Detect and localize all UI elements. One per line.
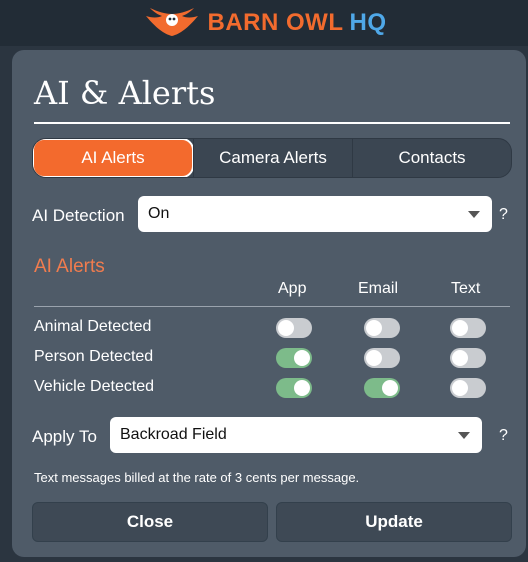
- tab-camera-alerts[interactable]: Camera Alerts: [193, 139, 352, 177]
- toggle-knob: [452, 350, 468, 366]
- alert-label-vehicle: Vehicle Detected: [34, 378, 155, 395]
- col-head-app: App: [278, 280, 307, 297]
- owl-logo-icon: [145, 8, 198, 36]
- apply-to-select[interactable]: Backroad Field: [110, 417, 482, 453]
- toggle-knob: [452, 380, 468, 396]
- toggle-knob: [382, 380, 398, 396]
- title-divider: [34, 122, 510, 124]
- toggle-animal-text[interactable]: [450, 318, 486, 338]
- toggle-knob: [294, 380, 310, 396]
- toggle-animal-app[interactable]: [276, 318, 312, 338]
- alert-label-animal: Animal Detected: [34, 318, 152, 335]
- toggle-vehicle-email[interactable]: [364, 378, 400, 398]
- ai-detection-select[interactable]: On: [138, 196, 492, 232]
- ai-alerts-modal: AI & Alerts AI Alerts Camera Alerts Cont…: [12, 50, 526, 557]
- toggle-vehicle-app[interactable]: [276, 378, 312, 398]
- update-button[interactable]: Update: [276, 502, 512, 542]
- apply-to-help-icon[interactable]: ?: [499, 427, 508, 445]
- brand-name: BARN OWL: [207, 9, 344, 36]
- billing-note: Text messages billed at the rate of 3 ce…: [34, 470, 360, 485]
- toggle-knob: [366, 320, 382, 336]
- toggle-knob: [452, 320, 468, 336]
- ai-detection-help-icon[interactable]: ?: [499, 206, 508, 224]
- chevron-down-icon: [468, 210, 480, 218]
- close-button[interactable]: Close: [32, 502, 268, 542]
- tab-ai-alerts[interactable]: AI Alerts: [33, 139, 194, 177]
- brand-hq: HQ: [349, 9, 387, 36]
- toggle-vehicle-text[interactable]: [450, 378, 486, 398]
- apply-to-label: Apply To: [32, 427, 97, 446]
- toggle-knob: [366, 350, 382, 366]
- col-head-email: Email: [358, 280, 399, 297]
- alert-label-person: Person Detected: [34, 348, 154, 365]
- ai-detection-value: On: [148, 205, 170, 222]
- toggle-person-email[interactable]: [364, 348, 400, 368]
- tab-bar: AI Alerts Camera Alerts Contacts: [32, 138, 512, 178]
- ai-detection-label: AI Detection: [32, 206, 125, 225]
- chevron-down-icon: [458, 431, 470, 439]
- toggle-knob: [278, 320, 294, 336]
- toggle-animal-email[interactable]: [364, 318, 400, 338]
- brand-logo[interactable]: BARN OWL HQ: [142, 6, 387, 40]
- toggle-person-text[interactable]: [450, 348, 486, 368]
- section-divider: [34, 306, 510, 307]
- toggle-knob: [294, 350, 310, 366]
- modal-title: AI & Alerts: [34, 74, 216, 112]
- col-head-text: Text: [451, 280, 481, 297]
- apply-to-value: Backroad Field: [120, 426, 227, 443]
- toggle-person-app[interactable]: [276, 348, 312, 368]
- section-title: AI Alerts: [34, 256, 105, 277]
- tab-contacts[interactable]: Contacts: [352, 139, 511, 177]
- top-bar: BARN OWL HQ: [0, 0, 528, 46]
